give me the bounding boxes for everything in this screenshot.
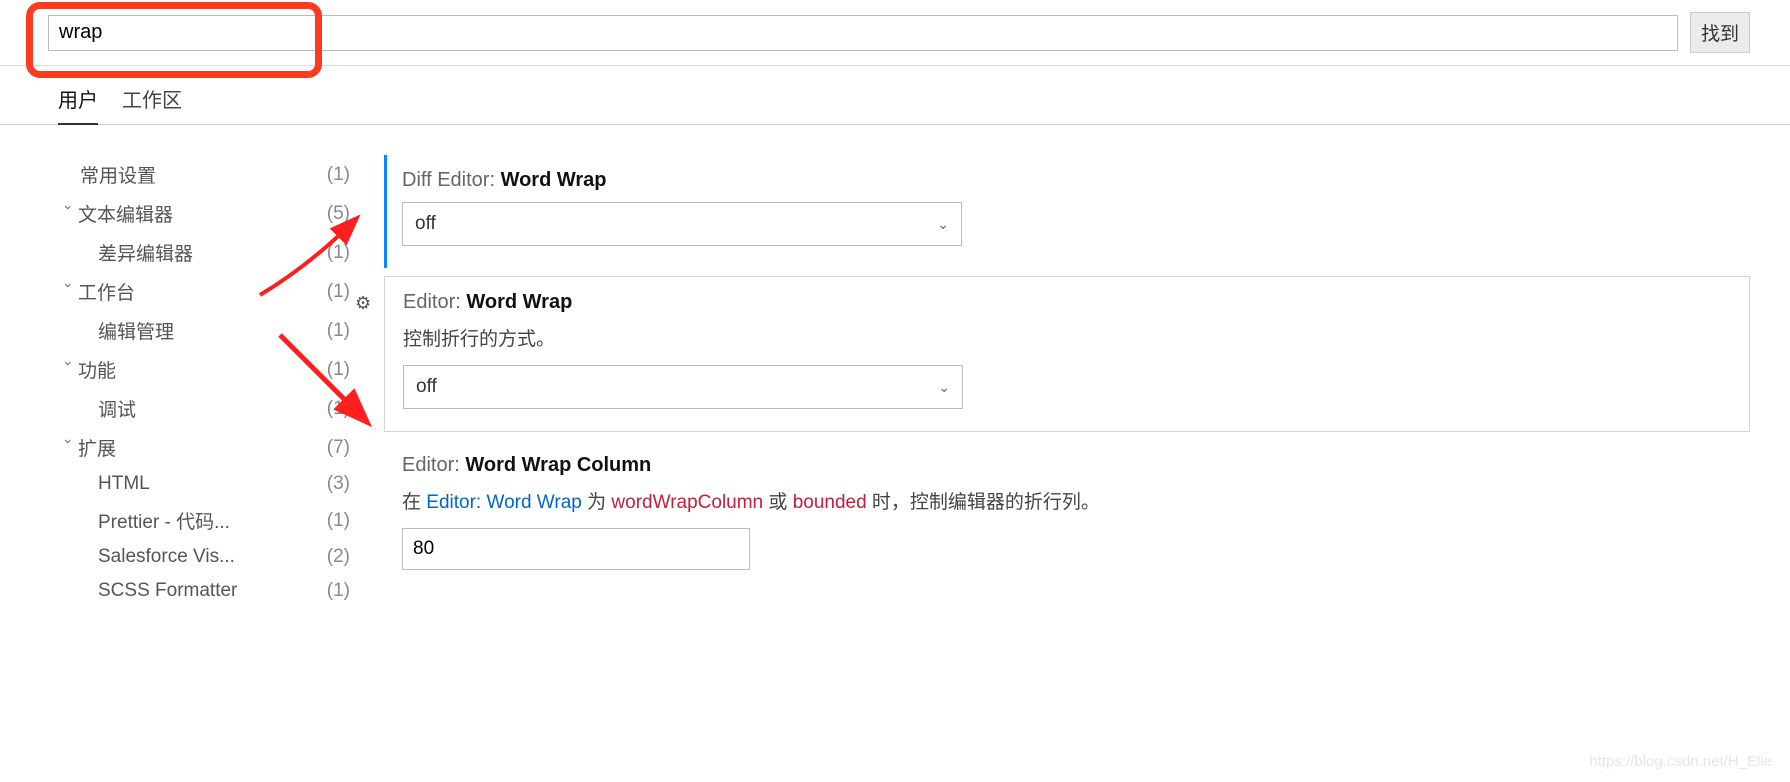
settings-scope-tabs: 用户 工作区 (0, 66, 1790, 125)
chevron-down-icon: ⌄ (937, 216, 949, 233)
toc-editor-management[interactable]: 编辑管理 (1) (60, 311, 350, 350)
settings-toc: 常用设置 (1) › 文本编辑器 (5) 差异编辑器 (1) › 工作台 (1)… (0, 155, 350, 608)
chevron-down-icon: ⌄ (938, 379, 950, 396)
watermark: https://blog.csdn.net/H_Elie (1589, 753, 1772, 770)
setting-diff-editor-word-wrap: Diff Editor: Word Wrap off ⌄ (384, 155, 1750, 268)
gear-icon[interactable]: ⚙ (355, 293, 371, 314)
toc-debug[interactable]: 调试 (1) (60, 389, 350, 428)
toc-extensions[interactable]: › 扩展 (7) (60, 428, 350, 467)
toc-workbench[interactable]: › 工作台 (1) (60, 272, 350, 311)
toc-salesforce[interactable]: Salesforce Vis... (2) (60, 540, 350, 574)
word-wrap-column-input[interactable] (402, 528, 750, 570)
setting-description: 控制折行的方式。 (403, 324, 1731, 351)
toc-features[interactable]: › 功能 (1) (60, 350, 350, 389)
setting-description: 在 Editor: Word Wrap 为 wordWrapColumn 或 b… (402, 487, 1732, 514)
toc-scss-formatter[interactable]: SCSS Formatter (1) (60, 574, 350, 608)
chevron-down-icon: › (61, 205, 77, 223)
search-results-count: 找到 (1690, 12, 1750, 53)
chevron-down-icon: › (61, 283, 77, 301)
setting-title: Editor: Word Wrap Column (402, 454, 1732, 477)
chevron-down-icon: › (61, 361, 77, 379)
settings-list: Diff Editor: Word Wrap off ⌄ ⚙ Editor: W… (350, 155, 1790, 608)
setting-title: Editor: Word Wrap (403, 291, 1731, 314)
settings-search-input[interactable] (48, 15, 1678, 51)
setting-editor-word-wrap: ⚙ Editor: Word Wrap 控制折行的方式。 off ⌄ (384, 276, 1750, 432)
setting-editor-word-wrap-column: Editor: Word Wrap Column 在 Editor: Word … (384, 440, 1750, 592)
tab-workspace[interactable]: 工作区 (122, 84, 182, 124)
toc-prettier[interactable]: Prettier - 代码... (1) (60, 501, 350, 540)
toc-html[interactable]: HTML (3) (60, 467, 350, 501)
chevron-down-icon: › (61, 439, 77, 457)
editor-word-wrap-select[interactable]: off ⌄ (403, 365, 963, 409)
toc-text-editor[interactable]: › 文本编辑器 (5) (60, 194, 350, 233)
setting-link[interactable]: Editor: Word Wrap (426, 492, 582, 513)
setting-title: Diff Editor: Word Wrap (402, 169, 1732, 192)
toc-diff-editor[interactable]: 差异编辑器 (1) (60, 233, 350, 272)
toc-common[interactable]: 常用设置 (1) (60, 155, 350, 194)
diff-word-wrap-select[interactable]: off ⌄ (402, 202, 962, 246)
tab-user[interactable]: 用户 (58, 84, 98, 125)
